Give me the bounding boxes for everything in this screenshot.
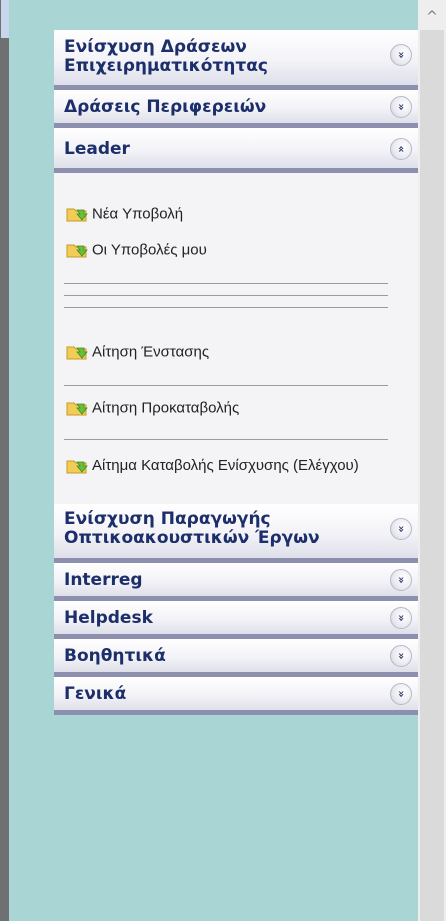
section-header-regions[interactable]: Δράσεις Περιφερειών » xyxy=(54,90,418,128)
section-title: Ενίσχυση Παραγωγής Οπτικοακουστικών Έργω… xyxy=(64,509,320,548)
menu-item-advance-request[interactable]: Αίτηση Προκαταβολής xyxy=(66,399,239,417)
menu-item-label: Αίτημα Καταβολής Ενίσχυσης (Ελέγχου) xyxy=(92,457,359,475)
section-header-auxiliary[interactable]: Βοηθητικά » xyxy=(54,639,418,677)
section-title: Ενίσχυση Δράσεων Επιχειρηματικότητας xyxy=(64,37,268,76)
menu-item-label: Αίτηση Προκαταβολής xyxy=(92,399,240,417)
expand-icon[interactable]: » xyxy=(390,569,412,591)
folder-arrow-icon xyxy=(66,346,88,360)
expand-icon[interactable]: » xyxy=(390,44,412,66)
vertical-scrollbar[interactable]: ^ xyxy=(418,0,446,921)
expand-icon[interactable]: » xyxy=(390,607,412,629)
section-title: Δράσεις Περιφερειών xyxy=(64,97,267,117)
frame-top-mark xyxy=(1,0,9,38)
scroll-up-arrow-icon[interactable]: ^ xyxy=(418,6,446,28)
expand-icon[interactable]: » xyxy=(390,645,412,667)
menu-item-label: Νέα Υποβολή xyxy=(92,205,184,223)
section-header-general[interactable]: Γενικά » xyxy=(54,677,418,715)
section-title: Leader xyxy=(64,139,130,159)
folder-arrow-icon xyxy=(66,460,88,474)
menu-item-label: Οι Υποβολές μου xyxy=(92,241,207,259)
separator xyxy=(64,283,388,284)
left-frame-border xyxy=(0,0,9,921)
menu-item-my-submissions[interactable]: Οι Υποβολές μου xyxy=(66,241,207,259)
section-title: Interreg xyxy=(64,570,143,590)
menu-item-label: Αίτηση Ένστασης xyxy=(92,343,210,361)
expand-icon[interactable]: » xyxy=(390,96,412,118)
menu-item-new-submission[interactable]: Νέα Υποβολή xyxy=(66,205,183,223)
folder-arrow-icon xyxy=(66,244,88,258)
menu-item-objection-request[interactable]: Αίτηση Ένστασης xyxy=(66,343,209,361)
menu-item-payment-request[interactable]: Αίτημα Καταβολής Ενίσχυσης (Ελέγχου) xyxy=(66,453,396,479)
section-header-audiovisual[interactable]: Ενίσχυση Παραγωγής Οπτικοακουστικών Έργω… xyxy=(54,504,418,563)
scrollbar-track[interactable] xyxy=(420,30,444,921)
section-header-helpdesk[interactable]: Helpdesk » xyxy=(54,601,418,639)
separator xyxy=(64,385,388,386)
section-title: Helpdesk xyxy=(64,608,153,628)
separator xyxy=(64,439,388,440)
folder-arrow-icon xyxy=(66,402,88,416)
section-header-interreg[interactable]: Interreg » xyxy=(54,563,418,601)
expand-icon[interactable]: » xyxy=(390,683,412,705)
folder-arrow-icon xyxy=(66,208,88,222)
collapse-icon[interactable]: « xyxy=(390,138,412,160)
expand-icon[interactable]: » xyxy=(390,518,412,540)
section-header-entrepreneurship[interactable]: Ενίσχυση Δράσεων Επιχειρηματικότητας » xyxy=(54,30,418,90)
section-header-leader[interactable]: Leader « xyxy=(54,128,418,173)
sidebar-menu: Ενίσχυση Δράσεων Επιχειρηματικότητας » Δ… xyxy=(54,30,418,715)
section-title: Γενικά xyxy=(64,684,127,704)
separator xyxy=(64,295,388,296)
section-title: Βοηθητικά xyxy=(64,646,166,666)
separator xyxy=(64,307,388,308)
leader-panel: Νέα Υποβολή Οι Υποβολές μου Αίτηση Ένστα… xyxy=(54,173,418,504)
